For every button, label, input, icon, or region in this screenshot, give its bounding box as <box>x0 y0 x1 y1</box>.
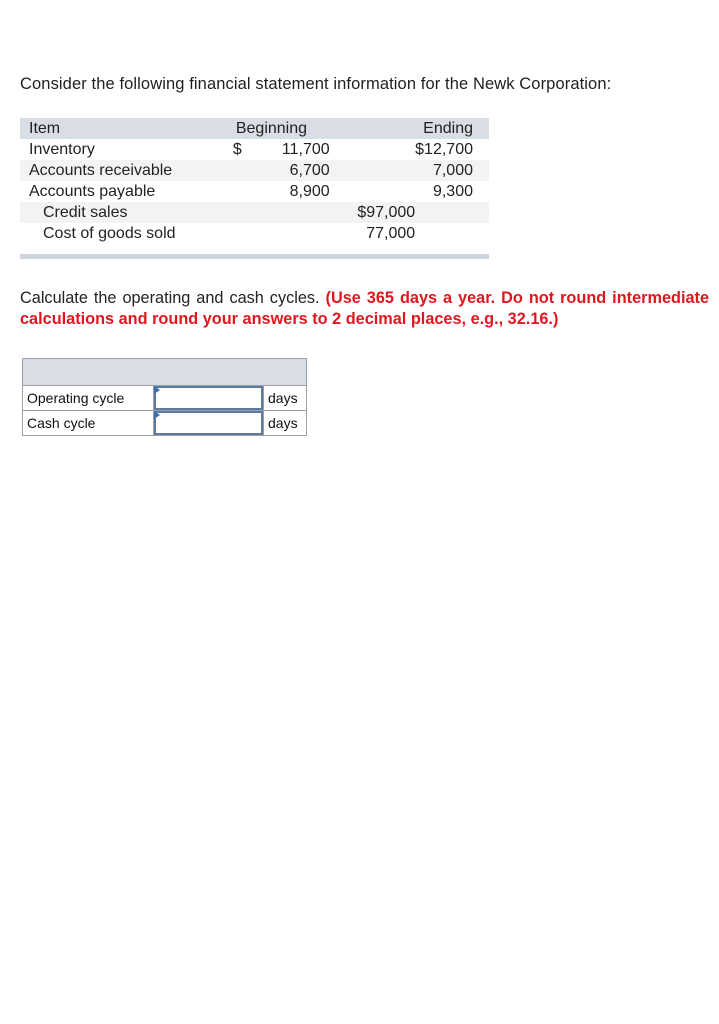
row-ending: 9,300 <box>432 183 473 200</box>
row-item: Cost of goods sold <box>43 225 176 242</box>
cash-cycle-input[interactable] <box>154 411 263 435</box>
operating-cycle-input[interactable] <box>154 386 263 410</box>
table-row: Accounts payable 8,900 9,300 <box>20 181 489 202</box>
row-middle <box>329 160 416 181</box>
beginning-value: 6,700 <box>289 162 330 179</box>
header-ending: Ending <box>415 118 489 139</box>
answer-label: Cash cycle <box>22 410 154 436</box>
row-middle <box>330 181 415 202</box>
row-beginning <box>212 202 330 223</box>
input-flag-icon <box>154 386 160 394</box>
row-item: Credit sales <box>20 202 213 223</box>
input-flag-icon <box>154 411 160 419</box>
row-middle: $97,000 <box>329 202 416 223</box>
answer-table: Operating cycle days Cash cycle days <box>22 358 307 436</box>
table-bottom-rule <box>20 254 489 259</box>
row-middle <box>330 139 415 160</box>
table-row: Inventory $11,700 $12,700 <box>20 139 489 160</box>
row-beginning <box>213 223 330 244</box>
row-beginning: 8,900 <box>213 181 330 202</box>
row-beginning: $11,700 <box>213 139 330 160</box>
question-intro: Consider the following financial stateme… <box>20 75 612 93</box>
row-middle: 77,000 <box>366 225 416 242</box>
row-ending <box>415 223 489 244</box>
beginning-value: 11,700 <box>281 141 330 158</box>
beginning-value: 8,900 <box>289 183 330 200</box>
answer-row: Cash cycle days <box>22 410 307 436</box>
answer-table-header <box>22 358 307 386</box>
instructions: Calculate the operating and cash cycles.… <box>20 288 709 330</box>
answer-unit: days <box>263 385 307 411</box>
answer-input-cell <box>153 410 264 436</box>
answer-row: Operating cycle days <box>22 385 307 411</box>
row-item: Accounts payable <box>29 183 156 200</box>
answer-label: Operating cycle <box>22 385 154 411</box>
instructions-text: Calculate the operating and cash cycles. <box>20 289 326 307</box>
row-ending: $12,700 <box>415 141 473 158</box>
table-row: Cost of goods sold 77,000 <box>20 223 489 244</box>
header-middle <box>329 118 416 139</box>
row-ending <box>415 202 489 223</box>
table-row: Credit sales $97,000 <box>20 202 489 223</box>
row-beginning: 6,700 <box>212 160 330 181</box>
answer-header-cell <box>22 358 307 386</box>
table-header-row: Item Beginning Ending <box>20 118 489 139</box>
row-item: Accounts receivable <box>20 160 213 181</box>
row-ending: 7,000 <box>415 160 489 181</box>
financial-statement-table: Item Beginning Ending Inventory $11,700 … <box>20 118 489 244</box>
answer-unit: days <box>263 410 307 436</box>
currency-symbol: $ <box>232 141 242 158</box>
row-item: Inventory <box>29 141 95 158</box>
table-row: Accounts receivable 6,700 7,000 <box>20 160 489 181</box>
header-beginning: Beginning <box>212 118 330 139</box>
answer-input-cell <box>153 385 264 411</box>
header-item: Item <box>20 118 213 139</box>
